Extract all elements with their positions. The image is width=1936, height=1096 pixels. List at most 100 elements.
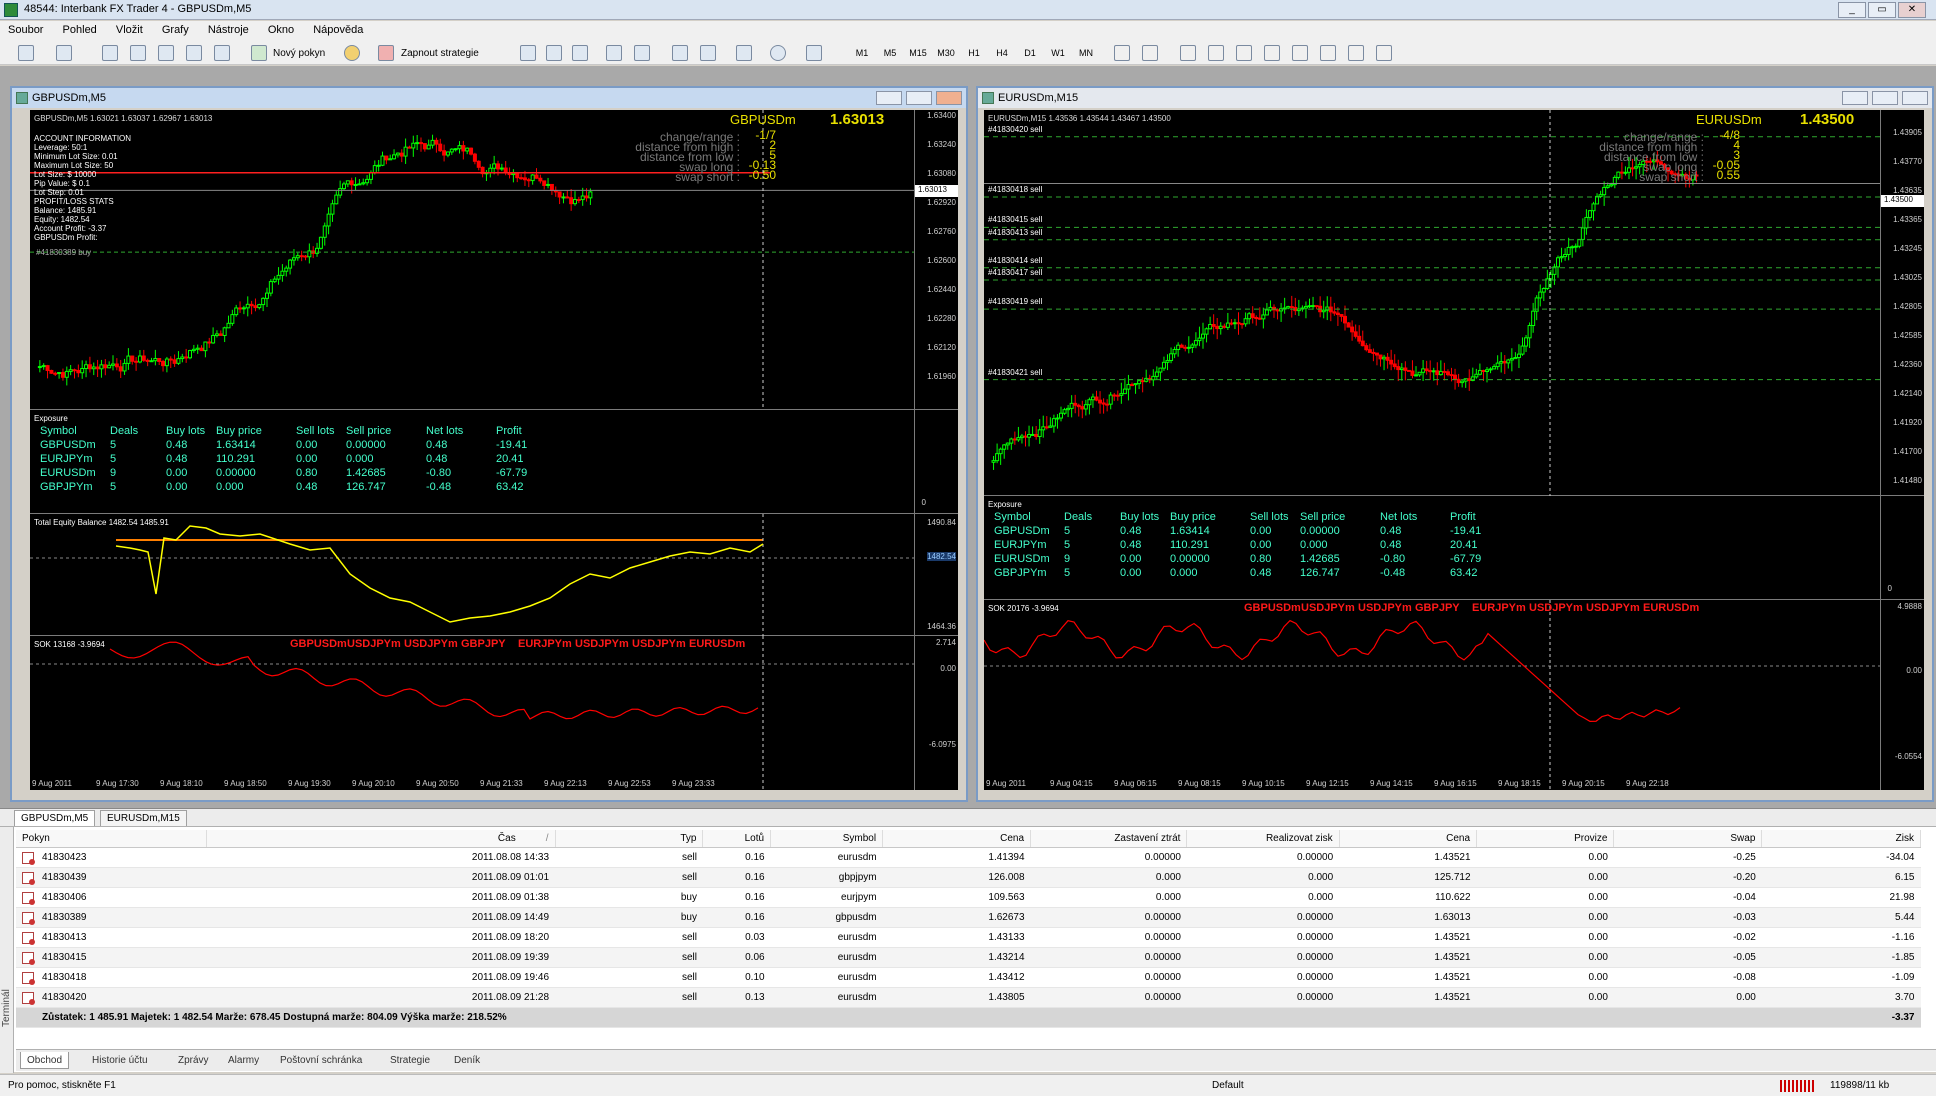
column-header[interactable]: Lotů [702, 830, 772, 848]
bar-chart-icon[interactable] [520, 45, 536, 61]
chart-maximize-button[interactable] [1872, 91, 1898, 105]
tab-trade[interactable]: Obchod [20, 1052, 70, 1069]
arrows-icon[interactable] [1376, 45, 1392, 61]
terminal-icon[interactable] [186, 45, 202, 61]
order-row[interactable]: 41830389 2011.08.09 14:49 buy 0.16 gbpusdm 1.… [16, 907, 1921, 928]
tester-icon[interactable] [214, 45, 230, 61]
horizontal-line-icon[interactable] [1208, 45, 1224, 61]
timeframe-m5[interactable]: M5 [878, 45, 902, 61]
order-row[interactable]: 41830406 2011.08.09 01:38 buy 0.16 eurjpym 10… [16, 887, 1921, 908]
chart-maximize-button[interactable] [906, 91, 932, 105]
candle-body [203, 341, 208, 352]
menu-file[interactable]: Soubor [0, 21, 51, 39]
column-header[interactable]: Swap [1613, 830, 1763, 848]
chart-window-gbpusd[interactable]: GBPUSDm,M5 GBPUSDm,M5 1.63021 1.63037 1.… [10, 86, 968, 802]
tab-news[interactable]: Zprávy [172, 1052, 215, 1069]
price-pane[interactable]: GBPUSDm,M5 1.63021 1.63037 1.62967 1.630… [30, 110, 958, 410]
zoom-in-icon[interactable] [606, 45, 622, 61]
maximize-button[interactable]: ▭ [1868, 2, 1896, 18]
candle-body [1516, 353, 1521, 359]
vertical-line-icon[interactable] [1180, 45, 1196, 61]
timeframe-mn[interactable]: MN [1074, 45, 1098, 61]
cursor-icon[interactable] [1114, 45, 1130, 61]
candle-body [530, 174, 535, 182]
order-row[interactable]: 41830415 2011.08.09 19:39 sell 0.06 eurusdm 1… [16, 947, 1921, 968]
chart-window-eurusd[interactable]: EURUSDm,M15 EURUSDm,M15 1.43536 1.43544 … [976, 86, 1934, 802]
tab-mailbox[interactable]: Poštovní schránka [274, 1052, 368, 1069]
timeframe-h4[interactable]: H4 [990, 45, 1014, 61]
chart-area[interactable]: GBPUSDm,M5 1.63021 1.63037 1.62967 1.630… [30, 110, 958, 790]
zoom-out-icon[interactable] [634, 45, 650, 61]
menu-view[interactable]: Pohled [55, 21, 105, 39]
candle-body [368, 172, 373, 180]
chart-tab-eurusd[interactable]: EURUSDm,M15 [100, 810, 187, 826]
chart-minimize-button[interactable] [876, 91, 902, 105]
column-header[interactable]: Zastavení ztrát [1030, 830, 1188, 848]
candle-body [49, 369, 54, 374]
timeframe-w1[interactable]: W1 [1046, 45, 1070, 61]
text-label-icon[interactable] [1348, 45, 1364, 61]
text-icon[interactable] [1320, 45, 1336, 61]
timeframe-m1[interactable]: M1 [850, 45, 874, 61]
menu-window[interactable]: Okno [260, 21, 302, 39]
candle-body [1399, 367, 1404, 371]
profiles-icon[interactable] [56, 45, 72, 61]
indicators-icon[interactable] [736, 45, 752, 61]
timeframe-m30[interactable]: M30 [934, 45, 958, 61]
new-chart-icon[interactable] [18, 45, 34, 61]
column-header[interactable]: Pokyn [16, 830, 207, 848]
price-pane[interactable]: EURUSDm,M15 1.43536 1.43544 1.43467 1.43… [984, 110, 1924, 496]
tab-account-history[interactable]: Historie účtu [86, 1052, 154, 1069]
column-header[interactable]: Cena [1339, 830, 1478, 848]
tab-alerts[interactable]: Alarmy [222, 1052, 265, 1069]
chart-close-button[interactable] [936, 91, 962, 105]
column-header[interactable]: Čas / [206, 830, 556, 848]
chart-shift-icon[interactable] [700, 45, 716, 61]
menu-insert[interactable]: Vložit [108, 21, 151, 39]
experts-button[interactable]: Zapnout strategie [400, 44, 480, 62]
timeframe-d1[interactable]: D1 [1018, 45, 1042, 61]
order-row[interactable]: 41830439 2011.08.09 01:01 sell 0.16 gbpjpym 1… [16, 867, 1921, 888]
order-row[interactable]: 41830418 2011.08.09 19:46 sell 0.10 eurusdm 1… [16, 967, 1921, 988]
order-row[interactable]: 41830420 2011.08.09 21:28 sell 0.13 eurusdm 1… [16, 987, 1921, 1008]
minimize-button[interactable]: _ [1838, 2, 1866, 18]
periods-icon[interactable] [770, 45, 786, 61]
column-header[interactable]: Provize [1476, 830, 1615, 848]
exposure-cell: 0.00000 [346, 439, 386, 451]
menu-tools[interactable]: Nástroje [200, 21, 257, 39]
trendline-icon[interactable] [1236, 45, 1252, 61]
price-axis: 1.63400 1.63240 1.63080 1.62920 1.62760 1.626… [914, 110, 958, 409]
market-watch-icon[interactable] [102, 45, 118, 61]
metaeditor-icon[interactable] [344, 45, 360, 61]
chart-minimize-button[interactable] [1842, 91, 1868, 105]
timeframe-h1[interactable]: H1 [962, 45, 986, 61]
column-header[interactable]: Cena [882, 830, 1032, 848]
fibonacci-icon[interactable] [1292, 45, 1308, 61]
menu-charts[interactable]: Grafy [154, 21, 197, 39]
column-header[interactable]: Realizovat zisk [1186, 830, 1340, 848]
order-cell: buy [555, 907, 703, 928]
crosshair-icon[interactable] [1142, 45, 1158, 61]
templates-icon[interactable] [806, 45, 822, 61]
new-order-button[interactable]: Nový pokyn [272, 44, 326, 62]
order-row[interactable]: 41830413 2011.08.09 18:20 sell 0.03 eurusdm 1… [16, 927, 1921, 948]
chart-area[interactable]: EURUSDm,M15 1.43536 1.43544 1.43467 1.43… [984, 110, 1924, 790]
column-header[interactable]: Typ [555, 830, 704, 848]
menu-help[interactable]: Nápověda [305, 21, 371, 39]
autoscroll-icon[interactable] [672, 45, 688, 61]
chart-close-button[interactable] [1902, 91, 1928, 105]
tab-journal[interactable]: Deník [448, 1052, 486, 1069]
chart-tab-gbpusd[interactable]: GBPUSDm,M5 [14, 810, 96, 826]
line-chart-icon[interactable] [572, 45, 588, 61]
column-header[interactable]: Symbol [770, 830, 884, 848]
column-header[interactable]: Zisk [1761, 830, 1921, 848]
data-window-icon[interactable] [130, 45, 146, 61]
tab-experts[interactable]: Strategie [384, 1052, 436, 1069]
channel-icon[interactable] [1264, 45, 1280, 61]
navigator-icon[interactable] [158, 45, 174, 61]
close-button[interactable]: ✕ [1898, 2, 1926, 18]
candles-icon[interactable] [546, 45, 562, 61]
candle-body [1289, 306, 1294, 309]
order-row[interactable]: 41830423 2011.08.08 14:33 sell 0.16 eurusdm 1… [16, 847, 1921, 868]
timeframe-m15[interactable]: M15 [906, 45, 930, 61]
